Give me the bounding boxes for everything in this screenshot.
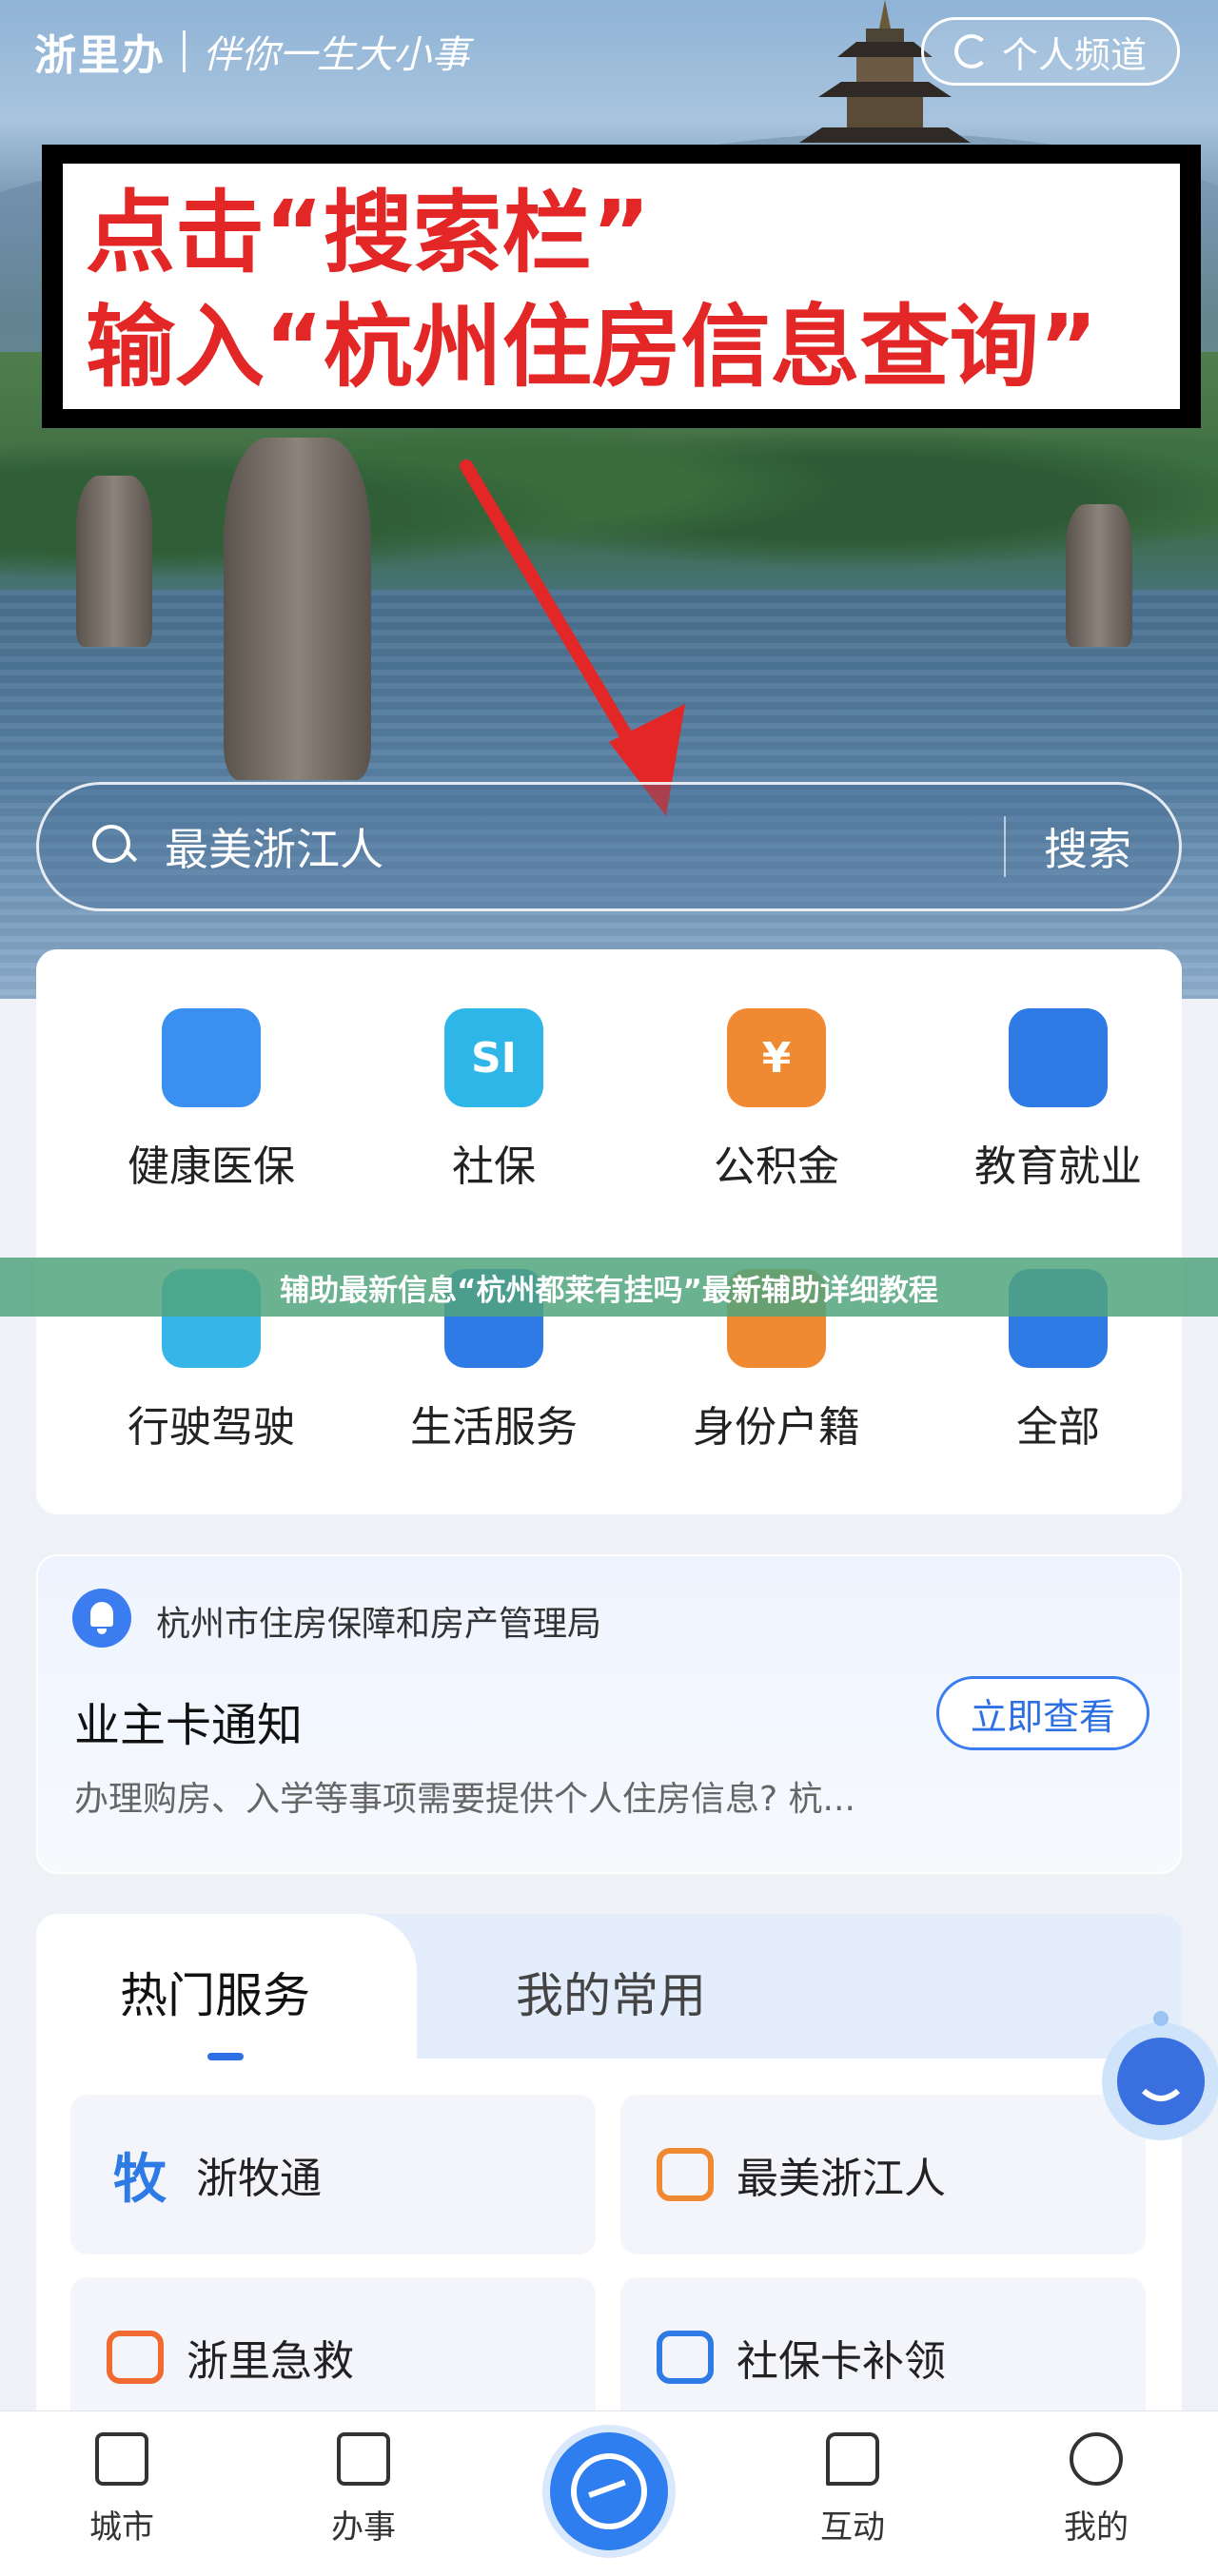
service-label: 身份户籍 (693, 1403, 860, 1452)
bell-icon (72, 1589, 131, 1648)
chat-icon (826, 2432, 879, 2486)
yen-house-icon: ¥ (727, 1008, 826, 1107)
nav-services[interactable]: 办事 (287, 2432, 440, 2547)
notice-org: 杭州市住房保障和房产管理局 (156, 1605, 602, 1644)
service-label: 社保 (452, 1142, 536, 1191)
nav-mine-label: 我的 (1064, 2508, 1129, 2547)
people-award-icon (657, 2148, 714, 2201)
service-label: 健康医保 (128, 1142, 295, 1191)
service-label: 全部 (1016, 1403, 1100, 1452)
refresh-icon (953, 34, 989, 68)
stone-lantern (76, 476, 152, 647)
service-label: 行驶驾驶 (128, 1403, 295, 1452)
bottom-nav: 城市 办事 互动 我的 (0, 2410, 1218, 2576)
hot-service-item[interactable]: 最美浙江人 (620, 2095, 1146, 2254)
hot-service-label: 浙里急救 (187, 2337, 354, 2386)
search-bar[interactable]: 最美浙江人 搜索 (36, 782, 1182, 911)
search-button[interactable]: 搜索 (1006, 815, 1179, 878)
hot-service-item[interactable]: 牧浙牧通 (70, 2095, 596, 2254)
logo-mark (571, 2453, 647, 2529)
si-shield-icon: SI (444, 1008, 543, 1107)
hot-service-label: 最美浙江人 (737, 2155, 946, 2203)
notice-card[interactable]: 杭州市住房保障和房产管理局 业主卡通知 办理购房、入学等事项需要提供个人住房信息… (36, 1554, 1182, 1874)
tab-hot-services[interactable]: 热门服务 (120, 1958, 310, 2026)
person-icon (1070, 2432, 1123, 2486)
search-input[interactable]: 最美浙江人 (165, 815, 1004, 878)
brand: 浙里办 伴你一生大小事 (34, 21, 469, 82)
service-item[interactable]: ¥ 公积金 (636, 1008, 917, 1193)
service-label: 生活服务 (410, 1403, 578, 1452)
service-item[interactable]: 健康医保 (70, 1008, 352, 1193)
ambulance-icon (107, 2331, 164, 2384)
stone-lantern (1066, 504, 1132, 647)
document-icon (337, 2432, 390, 2486)
nav-city[interactable]: 城市 (46, 2432, 198, 2547)
service-item[interactable]: SI 社保 (353, 1008, 635, 1193)
instruction-callout: 点击“搜索栏” 输入“杭州住房信息查询” (42, 145, 1201, 428)
service-label: 教育就业 (974, 1142, 1142, 1191)
tab-indicator (207, 2053, 244, 2060)
brand-separator (183, 30, 186, 72)
red-arrow-icon (460, 459, 685, 816)
nav-interact-label: 互动 (820, 2508, 885, 2547)
brand-slogan: 伴你一生大小事 (203, 33, 469, 77)
service-label: 公积金 (714, 1142, 839, 1191)
callout-line-2: 输入“杭州住房信息查询” (86, 296, 1098, 400)
search-icon (92, 825, 136, 868)
stone-lantern (224, 438, 371, 780)
notice-description: 办理购房、入学等事项需要提供个人住房信息? 杭... (74, 1780, 855, 1819)
graduation-cap-icon (1009, 1008, 1108, 1107)
hot-service-label: 浙牧通 (196, 2155, 322, 2203)
personal-channel-button[interactable]: 个人频道 (921, 17, 1180, 86)
medical-kit-icon (162, 1008, 261, 1107)
notice-title: 业主卡通知 (74, 1699, 304, 1752)
nav-city-label: 城市 (89, 2508, 154, 2547)
service-item[interactable]: 教育就业 (917, 1008, 1199, 1193)
nav-interact[interactable]: 互动 (776, 2432, 929, 2547)
city-building-icon (95, 2432, 148, 2486)
hot-service-label: 社保卡补领 (737, 2337, 946, 2386)
nav-mine[interactable]: 我的 (1020, 2432, 1172, 2547)
service-tabs: 热门服务 我的常用 (36, 1914, 1182, 2060)
personal-channel-label: 个人频道 (1001, 33, 1147, 76)
tab-my-frequent[interactable]: 我的常用 (516, 1958, 706, 2026)
promo-banner[interactable]: 辅助最新信息“杭州都莱有挂吗”最新辅助详细教程 (0, 1258, 1218, 1317)
mu-character-icon: 牧 (113, 2148, 167, 2211)
zheliban-logo-icon[interactable] (550, 2432, 668, 2550)
view-now-button[interactable]: 立即查看 (936, 1676, 1149, 1750)
brand-name: 浙里办 (34, 31, 166, 80)
assistant-robot-icon[interactable] (1094, 2005, 1218, 2167)
callout-line-1: 点击“搜索栏” (86, 182, 651, 285)
service-grid: 健康医保 SI 社保 ¥ 公积金 教育就业行驶驾驶 生活服务 身份户籍 全部 (36, 949, 1182, 1514)
nav-services-label: 办事 (331, 2508, 396, 2547)
service-grid-card: 健康医保 SI 社保 ¥ 公积金 教育就业行驶驾驶 生活服务 身份户籍 全部 (36, 949, 1182, 1514)
shield-person-icon (657, 2331, 714, 2384)
